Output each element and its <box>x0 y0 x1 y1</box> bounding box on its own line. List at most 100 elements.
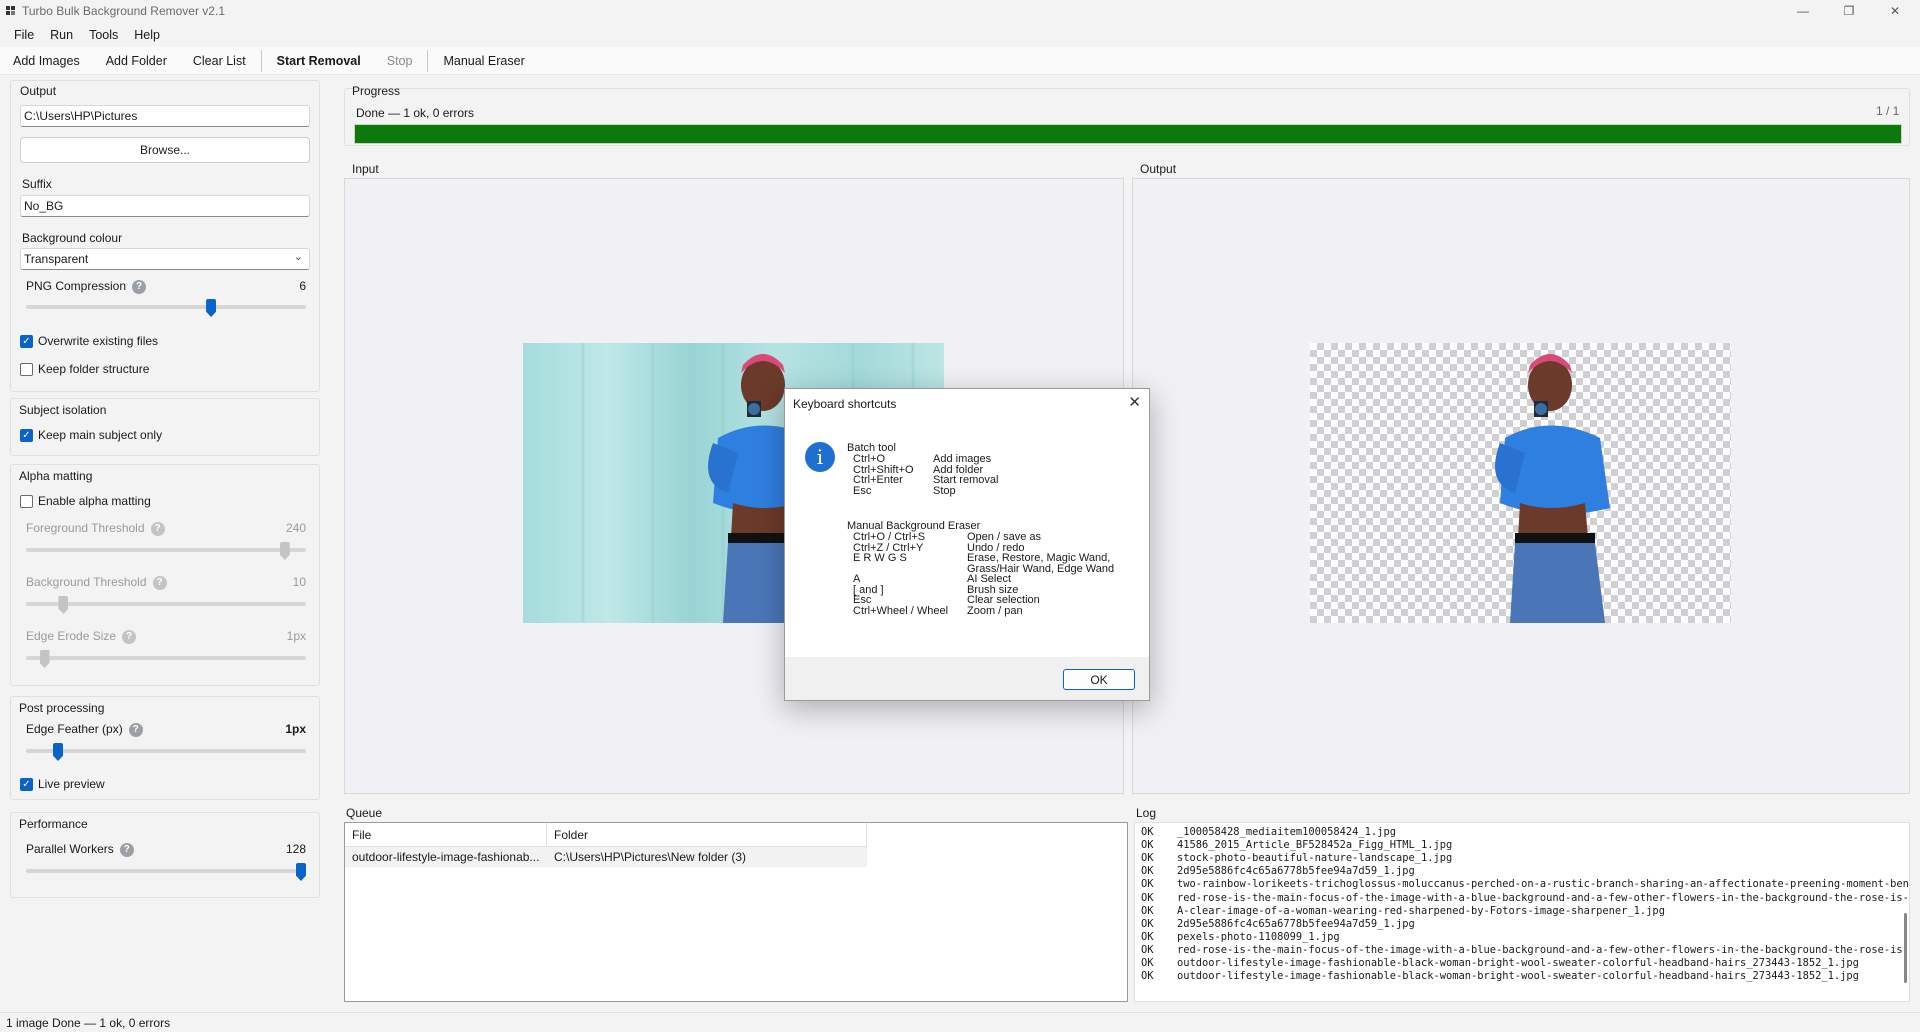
keep-folder-checkbox[interactable]: Keep folder structure <box>20 362 149 376</box>
output-preview-label: Output <box>1140 162 1177 176</box>
add-folder-button[interactable]: Add Folder <box>93 47 180 75</box>
suffix-label: Suffix <box>22 177 52 191</box>
enable-alpha-matting-label: Enable alpha matting <box>38 494 151 508</box>
log-panel[interactable]: OK _100058428_mediaitem100058424_1.jpg OK 4… <box>1134 822 1910 1002</box>
menu-help[interactable]: Help <box>126 28 168 42</box>
log-line-text: _100058428_mediaitem100058424_1.jpg <box>1177 826 1396 838</box>
log-line: OK pexels-photo-1108099_1.jpg <box>1141 931 1340 943</box>
ok-button[interactable]: OK <box>1063 669 1135 690</box>
foreground-threshold-value: 240 <box>285 521 306 535</box>
keep-folder-label: Keep folder structure <box>38 362 150 376</box>
alpha-matting-label: Alpha matting <box>19 469 93 483</box>
status-text: Done — 1 ok, 0 errors <box>52 1016 171 1030</box>
log-line: OK outdoor-lifestyle-image-fashionable-bl… <box>1141 970 1859 982</box>
background-threshold-row: Background Threshold? 10 <box>26 575 306 593</box>
edge-erode-track[interactable] <box>26 656 306 660</box>
log-line-text: red-rose-is-the-main-focus-of-the-image-… <box>1177 943 1910 956</box>
log-line-text: 2d95e5886fc4c65a6778b5fee94a7d59_1.jpg <box>1177 917 1415 930</box>
title-bar: Turbo Bulk Background Remover v2.1 <box>0 0 1920 22</box>
help-icon[interactable]: ? <box>152 575 167 590</box>
dialog-close-icon[interactable]: ✕ <box>1128 393 1141 411</box>
log-line-status: OK <box>1141 839 1154 852</box>
checkbox-empty-icon <box>20 362 33 376</box>
live-preview-checkbox[interactable]: ✓ Live preview <box>20 777 105 791</box>
help-icon[interactable]: ? <box>150 521 165 536</box>
status-image-count: 1 image <box>6 1016 49 1030</box>
png-compression-label: PNG Compression <box>26 279 127 293</box>
minimize-button[interactable]: — <box>1780 0 1826 22</box>
menu-run[interactable]: Run <box>42 28 81 42</box>
keyboard-shortcuts-dialog: Keyboard shortcuts ✕ i Batch tool Ctrl+O… <box>784 388 1150 701</box>
queue-header-folder[interactable]: Folder <box>547 823 867 847</box>
checkmark-icon: ✓ <box>20 334 33 348</box>
edge-feather-label: Edge Feather (px) <box>26 722 123 736</box>
app-icon <box>6 6 16 16</box>
log-line-text: pexels-photo-1108099_1.jpg <box>1177 930 1340 943</box>
shortcut-key: Esc <box>853 484 872 497</box>
close-window-button[interactable]: ✕ <box>1872 0 1918 22</box>
stop-button[interactable]: Stop <box>374 47 426 75</box>
log-line-text: 41586_2015_Article_BF528452a_Figg_HTML_1… <box>1177 839 1453 852</box>
help-icon[interactable]: ? <box>122 629 137 644</box>
log-line-text: 2d95e5886fc4c65a6778b5fee94a7d59_1.jpg <box>1177 865 1415 878</box>
parallel-workers-value: 128 <box>285 842 306 856</box>
maximize-button[interactable]: ❐ <box>1826 0 1872 22</box>
log-line: OK _100058428_mediaitem100058424_1.jpg <box>1141 826 1396 838</box>
enable-alpha-matting-checkbox[interactable]: Enable alpha matting <box>20 494 151 508</box>
log-line-status: OK <box>1141 878 1154 891</box>
menu-tools[interactable]: Tools <box>81 28 126 42</box>
log-label: Log <box>1136 806 1157 820</box>
output-path-input[interactable]: C:\Users\HP\Pictures <box>20 105 310 127</box>
queue-header-file[interactable]: File <box>345 823 547 847</box>
log-line-text: outdoor-lifestyle-image-fashionable-blac… <box>1177 970 1859 983</box>
png-compression-track[interactable] <box>26 305 306 309</box>
queue-row-file: outdoor-lifestyle-image-fashionab... <box>352 850 540 864</box>
log-line-status: OK <box>1141 957 1154 969</box>
background-colour-label: Background colour <box>22 231 123 245</box>
toolbar-separator <box>427 49 429 72</box>
performance-label: Performance <box>19 817 88 831</box>
clear-list-button[interactable]: Clear List <box>180 47 259 75</box>
log-line-text: outdoor-lifestyle-image-fashionable-blac… <box>1177 957 1859 969</box>
shortcut-key: Ctrl+Wheel / Wheel <box>853 604 949 617</box>
chevron-down-icon: ⌄ <box>293 251 303 263</box>
add-images-button[interactable]: Add Images <box>0 47 93 75</box>
log-line: OK red-rose-is-the-main-focus-of-the-imag… <box>1141 892 1909 904</box>
manual-eraser-button[interactable]: Manual Eraser <box>430 47 537 75</box>
edge-erode-value: 1px <box>286 629 306 643</box>
log-line: OK 41586_2015_Article_BF528452a_Figg_HTML… <box>1141 839 1452 851</box>
menu-file[interactable]: File <box>6 28 42 42</box>
browse-button[interactable]: Browse... <box>20 137 310 163</box>
parallel-workers-track[interactable] <box>26 869 306 873</box>
progress-status: Done — 1 ok, 0 errors <box>356 106 475 120</box>
log-line-status: OK <box>1141 865 1154 878</box>
edge-erode-label: Edge Erode Size <box>26 629 117 643</box>
edge-feather-track[interactable] <box>26 749 306 753</box>
log-line: OK red-rose-is-the-main-focus-of-the-imag… <box>1141 943 1910 956</box>
queue-table[interactable]: File Folder outdoor-lifestyle-image-fash… <box>344 822 1128 1002</box>
help-icon[interactable]: ? <box>128 722 143 737</box>
output-preview-pane[interactable] <box>1132 178 1910 794</box>
keep-main-subject-checkbox[interactable]: ✓ Keep main subject only <box>20 428 162 442</box>
menu-bar: File Run Tools Help <box>0 24 1920 46</box>
help-icon[interactable]: ? <box>132 279 147 294</box>
log-line: OK stock-photo-beautiful-nature-landscape… <box>1141 852 1452 864</box>
progress-count: 1 / 1 <box>1876 104 1900 118</box>
input-preview-label: Input <box>352 162 379 176</box>
shortcut-key: E R W G S <box>853 552 907 564</box>
foreground-threshold-track[interactable] <box>26 548 306 552</box>
output-group-label: Output <box>20 84 57 98</box>
start-removal-button[interactable]: Start Removal <box>264 47 374 75</box>
log-scrollbar[interactable] <box>1904 913 1907 983</box>
help-icon[interactable]: ? <box>119 842 134 857</box>
queue-row-folder: C:\Users\HP\Pictures\New folder (3) <box>554 850 747 864</box>
edge-feather-value: 1px <box>285 722 306 736</box>
background-colour-select[interactable]: Transparent ⌄ <box>20 248 310 270</box>
toolbar: Add Images Add Folder Clear List Start R… <box>0 47 1920 75</box>
suffix-input[interactable]: No_BG <box>20 195 310 217</box>
log-line-text: two-rainbow-lorikeets-trichoglossus-molu… <box>1177 878 1910 891</box>
log-line: OK outdoor-lifestyle-image-fashionable-bl… <box>1141 957 1859 969</box>
log-line-text: A-clear-image-of-a-woman-wearing-red-sha… <box>1177 904 1665 917</box>
dialog-title: Keyboard shortcuts <box>793 397 897 411</box>
overwrite-checkbox[interactable]: ✓ Overwrite existing files <box>20 334 158 348</box>
